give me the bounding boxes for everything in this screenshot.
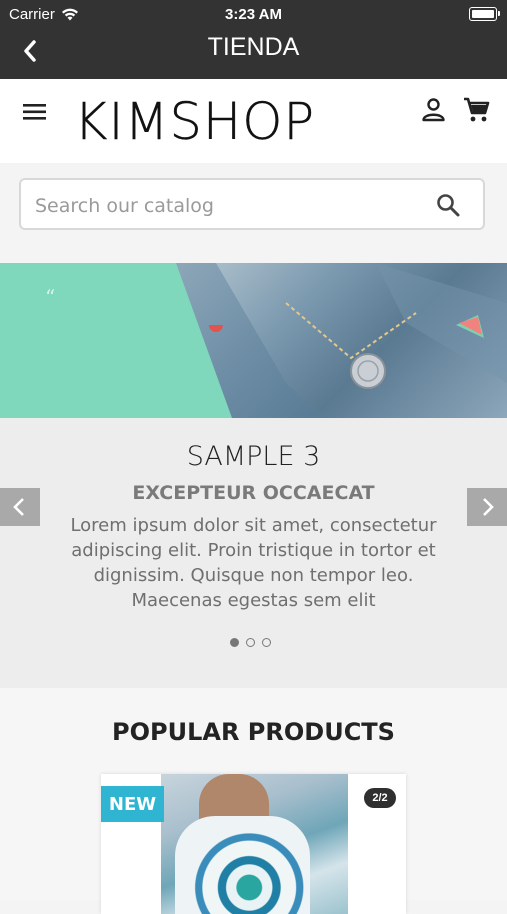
section-title: POPULAR PRODUCTS	[112, 718, 395, 746]
product-card[interactable]: NEW 2/2	[101, 774, 406, 914]
slider-next-button[interactable]	[467, 488, 507, 526]
slider-indicators	[230, 638, 271, 647]
app-top-bar: Carrier 3:23 AM TIENDA	[0, 0, 507, 79]
user-icon[interactable]	[420, 96, 447, 123]
slide-subtitle: EXCEPTEUR OCCAECAT	[132, 482, 375, 504]
status-bar: Carrier 3:23 AM	[0, 0, 507, 28]
slider-dot-2[interactable]	[246, 638, 255, 647]
site-header: KIMSHOP	[0, 79, 507, 163]
search-icon[interactable]	[435, 192, 461, 218]
denim-jacket-photo	[176, 263, 507, 418]
slider-dot-1[interactable]	[230, 638, 239, 647]
chevron-right-icon	[483, 498, 494, 516]
image-count-badge: 2/2	[364, 788, 396, 808]
chevron-left-icon	[13, 498, 24, 516]
slide-image[interactable]: “	[0, 263, 507, 418]
hamburger-icon[interactable]	[22, 101, 48, 123]
search-box	[19, 178, 485, 230]
jacket-details	[176, 263, 507, 418]
search-input[interactable]	[33, 190, 417, 222]
nav-title: TIENDA	[207, 33, 300, 61]
slider-prev-button[interactable]	[0, 488, 40, 526]
slide-description: Lorem ipsum dolor sit amet, consectetur …	[70, 515, 437, 611]
quote-mark: “	[45, 285, 56, 309]
status-time: 3:23 AM	[225, 6, 282, 23]
shop-logo[interactable]: KIMSHOP	[74, 93, 315, 152]
product-image[interactable]	[161, 774, 348, 914]
slider-dot-3[interactable]	[262, 638, 271, 647]
cart-icon[interactable]	[462, 95, 491, 124]
popular-products-section: POPULAR PRODUCTS NEW 2/2	[0, 688, 507, 914]
search-section	[0, 163, 507, 233]
battery-icon	[469, 7, 500, 21]
image-slider: “ SAMPLE 3 EXCEPTEUR OCCAECAT Lorem ipsu…	[0, 263, 507, 688]
new-badge: NEW	[101, 786, 164, 822]
slide-title: SAMPLE 3	[186, 441, 321, 472]
tie-dye-shirt	[175, 816, 310, 914]
